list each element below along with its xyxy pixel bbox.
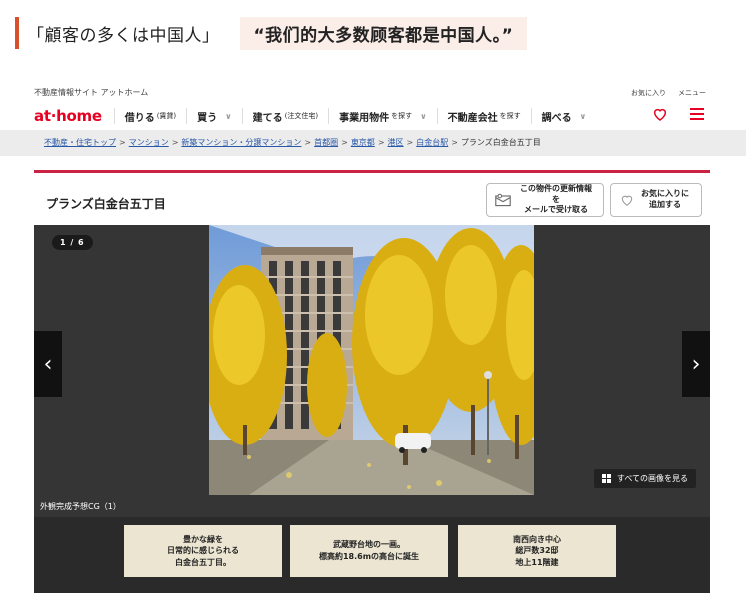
favorites-label: お気に入り [631, 89, 666, 97]
nav-item-sublabel: (賃貸) [156, 112, 177, 120]
breadcrumb-bar: 不動産・住宅トップ > マンション > 新築マンション・分譲マンション > 首都圏 > 東京都 >… [0, 130, 746, 156]
nav-item-label: 不動産会社 [447, 112, 498, 124]
chevron-left-icon: ‹ [43, 351, 53, 377]
top-nav: at·home 借りる (賃貸) 買う ∨ 建てる (注文住宅) 事業用物件 を探す ∨ 不動産会… [34, 89, 710, 128]
nav-item-label: 建てる [252, 112, 283, 124]
chinese-caption: “我们的大多数顾客都是中国人。” [239, 16, 528, 50]
feature-box: 豊かな緑を日常的に感じられる 白金台五丁目。 [124, 525, 282, 577]
breadcrumb-current: プランズ白金台五丁目 [460, 138, 541, 147]
heart-outline-icon [621, 195, 633, 206]
image-caption: 外観完成予想CG（1） [40, 502, 121, 511]
nav-item-sublabel: (注文住宅) [284, 112, 319, 120]
property-card: プランズ白金台五丁目 この物件の更新情報を メールで受け取る お気に入りに 追加… [34, 170, 710, 593]
accent-bar [15, 17, 19, 49]
nav-item-label: 調べる [541, 112, 572, 124]
feature-box: 南西向き中心 総戸数32邸 地上11階建 [458, 525, 616, 577]
view-all-images-button[interactable]: すべての画像を見る [593, 469, 696, 488]
breadcrumb-separator: > [171, 138, 179, 147]
property-title: プランズ白金台五丁目 [46, 197, 166, 211]
breadcrumb-separator: > [341, 138, 348, 147]
breadcrumb-link[interactable]: マンション [129, 138, 169, 147]
hamburger-menu-icon[interactable] [690, 108, 704, 120]
utility-labels: お気に入り メニュー [631, 88, 706, 98]
feature-text: 標高約18.6mの高台に誕生 [318, 552, 420, 561]
breadcrumb-link[interactable]: 首都圏 [314, 138, 338, 147]
breadcrumb-separator: > [377, 138, 385, 147]
add-favorite-label-2: 追加する [649, 200, 681, 209]
nav-item[interactable]: 借りる (賃貸) [113, 108, 186, 124]
heart-icon[interactable] [652, 106, 668, 122]
feature-box: 武蔵野台地の一画。標高約18.6mの高台に誕生 [290, 525, 448, 577]
image-counter: 1 / 6 [52, 235, 93, 250]
email-updates-label-2: メールで受け取る [524, 205, 588, 215]
grid-icon [601, 474, 611, 483]
article-header: 「顧客の多くは中国人」 “我们的大多数顾客都是中国人。” [15, 16, 528, 50]
add-favorite-button[interactable]: お気に入りに 追加する [610, 183, 702, 217]
athome-logo[interactable]: at·home [34, 107, 102, 125]
breadcrumb-separator: > [119, 138, 126, 147]
nav-item-sublabel: を探す [499, 112, 521, 120]
nav-menu: 借りる (賃貸) 買う ∨ 建てる (注文住宅) 事業用物件 を探す ∨ 不動産会社 を探す 調べる ∨ [113, 108, 597, 124]
breadcrumb-separator: > [304, 138, 312, 147]
breadcrumb-separator: > [451, 138, 458, 147]
chevron-down-icon: ∨ [225, 111, 232, 121]
nav-item[interactable]: 買う ∨ [186, 108, 242, 124]
nav-item-label: 借りる [124, 112, 155, 124]
image-caption-bar: 外観完成予想CG（1） [34, 495, 710, 517]
feature-text: 地上11階建 [515, 557, 559, 567]
breadcrumb: 不動産・住宅トップ > マンション > 新築マンション・分譲マンション > 首都圏 > 東京都 >… [44, 137, 541, 148]
breadcrumb-link[interactable]: 不動産・住宅トップ [44, 138, 116, 147]
breadcrumb-link[interactable]: 白金台駅 [416, 138, 448, 147]
nav-item[interactable]: 事業用物件 を探す ∨ [328, 108, 437, 124]
feature-text: 総戸数32邸 [515, 546, 559, 556]
menu-label: メニュー [678, 89, 706, 97]
nav-item-label: 事業用物件 [339, 112, 390, 124]
breadcrumb-link[interactable]: 東京都 [351, 138, 375, 147]
view-all-images-label: すべての画像を見る [616, 474, 688, 483]
next-image-button[interactable]: › [682, 331, 710, 397]
nav-item[interactable]: 建てる (注文住宅) [241, 108, 328, 124]
feature-text: 武蔵野台地の一画。 [332, 540, 405, 550]
feature-text: 日常的に感じられる [167, 546, 239, 556]
add-favorite-label-1: お気に入りに [641, 189, 689, 199]
breadcrumb-link[interactable]: 新築マンション・分譲マンション [181, 138, 301, 147]
email-updates-label-1: この物件の更新情報を [520, 183, 592, 204]
feature-text: 南西向き中心 [513, 534, 561, 544]
breadcrumb-link[interactable]: 港区 [388, 138, 404, 147]
nav-item[interactable]: 調べる ∨ [530, 108, 597, 124]
athome-screenshot: 不動産情報サイト アットホーム at·home 借りる (賃貸) 買う ∨ 建てる (注文… [0, 84, 746, 593]
nav-item-label: 買う [197, 112, 218, 124]
previous-image-button[interactable]: ‹ [34, 331, 62, 397]
nav-item[interactable]: 不動産会社 を探す [436, 108, 531, 124]
breadcrumb-separator: > [406, 138, 414, 147]
feature-text: 白金台五丁目。 [175, 557, 231, 567]
japanese-caption: 「顧客の多くは中国人」 [27, 25, 220, 46]
feature-highlights: 豊かな緑を 日常的に感じられる 白金台五丁目。 武蔵野台地の一画。 標高約18.6mの高… [34, 517, 710, 593]
site-tagline: 不動産情報サイト アットホーム [34, 88, 149, 97]
image-gallery: 1 / 6 ‹ › すべての画像を見る [34, 225, 710, 495]
chevron-right-icon: › [691, 351, 701, 377]
mail-icon [495, 193, 511, 207]
chevron-down-icon: ∨ [420, 111, 427, 121]
nav-item-sublabel: を探す [391, 112, 413, 120]
building-photo [209, 225, 534, 495]
feature-text: 豊かな緑を [183, 534, 223, 544]
email-updates-button[interactable]: この物件の更新情報を メールで受け取る [486, 183, 604, 217]
chevron-down-icon: ∨ [579, 111, 587, 121]
